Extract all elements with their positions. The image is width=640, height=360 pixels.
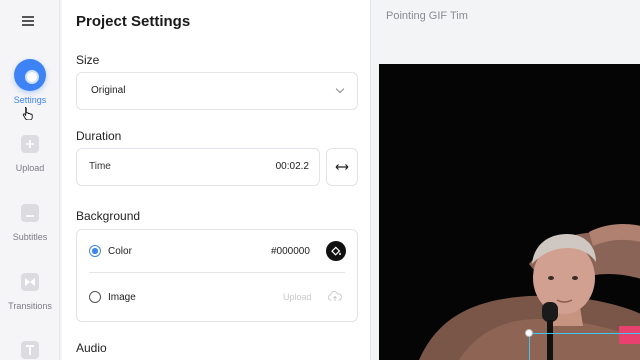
subtitles-icon <box>21 204 39 222</box>
sidebar-item-transitions[interactable]: Transitions <box>0 273 60 311</box>
left-rail: Settings Upload Subtitles Transitions <box>0 0 60 360</box>
image-option-label: Image <box>108 292 136 303</box>
audio-label: Audio <box>76 341 107 355</box>
project-name[interactable]: Pointing GIF Tim <box>386 10 468 22</box>
sidebar-item-label: Settings <box>13 95 47 105</box>
divider <box>89 272 345 273</box>
sidebar-item-text[interactable] <box>0 341 60 359</box>
text-icon <box>21 341 39 359</box>
settings-panel: Project Settings Size Original Duration … <box>62 0 370 360</box>
time-value: 00:02.2 <box>275 161 309 172</box>
fit-duration-button[interactable] <box>326 148 358 186</box>
paint-bucket-icon <box>331 246 341 256</box>
time-label: Time <box>89 161 111 172</box>
pointer-cursor-icon <box>22 107 33 120</box>
page-title: Project Settings <box>76 13 191 30</box>
background-options-card: Color #000000 Image Upload <box>76 229 358 322</box>
horizontal-arrows-icon <box>335 164 349 170</box>
color-picker-button[interactable] <box>326 241 346 261</box>
transitions-icon <box>21 273 39 291</box>
chevron-down-icon <box>335 84 345 94</box>
color-hex-value[interactable]: #000000 <box>271 246 310 257</box>
sidebar-item-subtitles[interactable]: Subtitles <box>0 204 60 242</box>
color-option-label: Color <box>108 246 132 257</box>
cloud-upload-icon[interactable] <box>328 290 342 302</box>
sidebar-item-label: Upload <box>15 163 45 173</box>
gear-icon <box>14 59 46 91</box>
selection-edge <box>529 333 530 360</box>
sidebar-item-settings[interactable]: Settings <box>0 59 60 105</box>
video-frame-image <box>379 64 640 360</box>
size-select[interactable]: Original <box>76 72 358 110</box>
plus-icon <box>21 135 39 153</box>
background-label: Background <box>76 209 141 223</box>
sidebar-item-label: Transitions <box>8 301 52 311</box>
image-radio[interactable] <box>89 291 101 303</box>
sidebar-item-label: Subtitles <box>12 232 48 242</box>
menu-icon[interactable] <box>22 14 38 26</box>
preview-area: Pointing GIF Tim <box>370 0 640 360</box>
size-select-value: Original <box>91 85 126 96</box>
video-canvas[interactable] <box>379 64 640 360</box>
upload-link[interactable]: Upload <box>283 292 312 302</box>
size-label: Size <box>76 53 100 67</box>
duration-time-field[interactable]: Time 00:02.2 <box>76 148 320 186</box>
resize-handle[interactable] <box>525 329 533 337</box>
duration-label: Duration <box>76 129 122 143</box>
selection-edge <box>529 333 640 334</box>
sidebar-item-upload[interactable]: Upload <box>0 135 60 173</box>
color-radio[interactable] <box>89 245 101 257</box>
